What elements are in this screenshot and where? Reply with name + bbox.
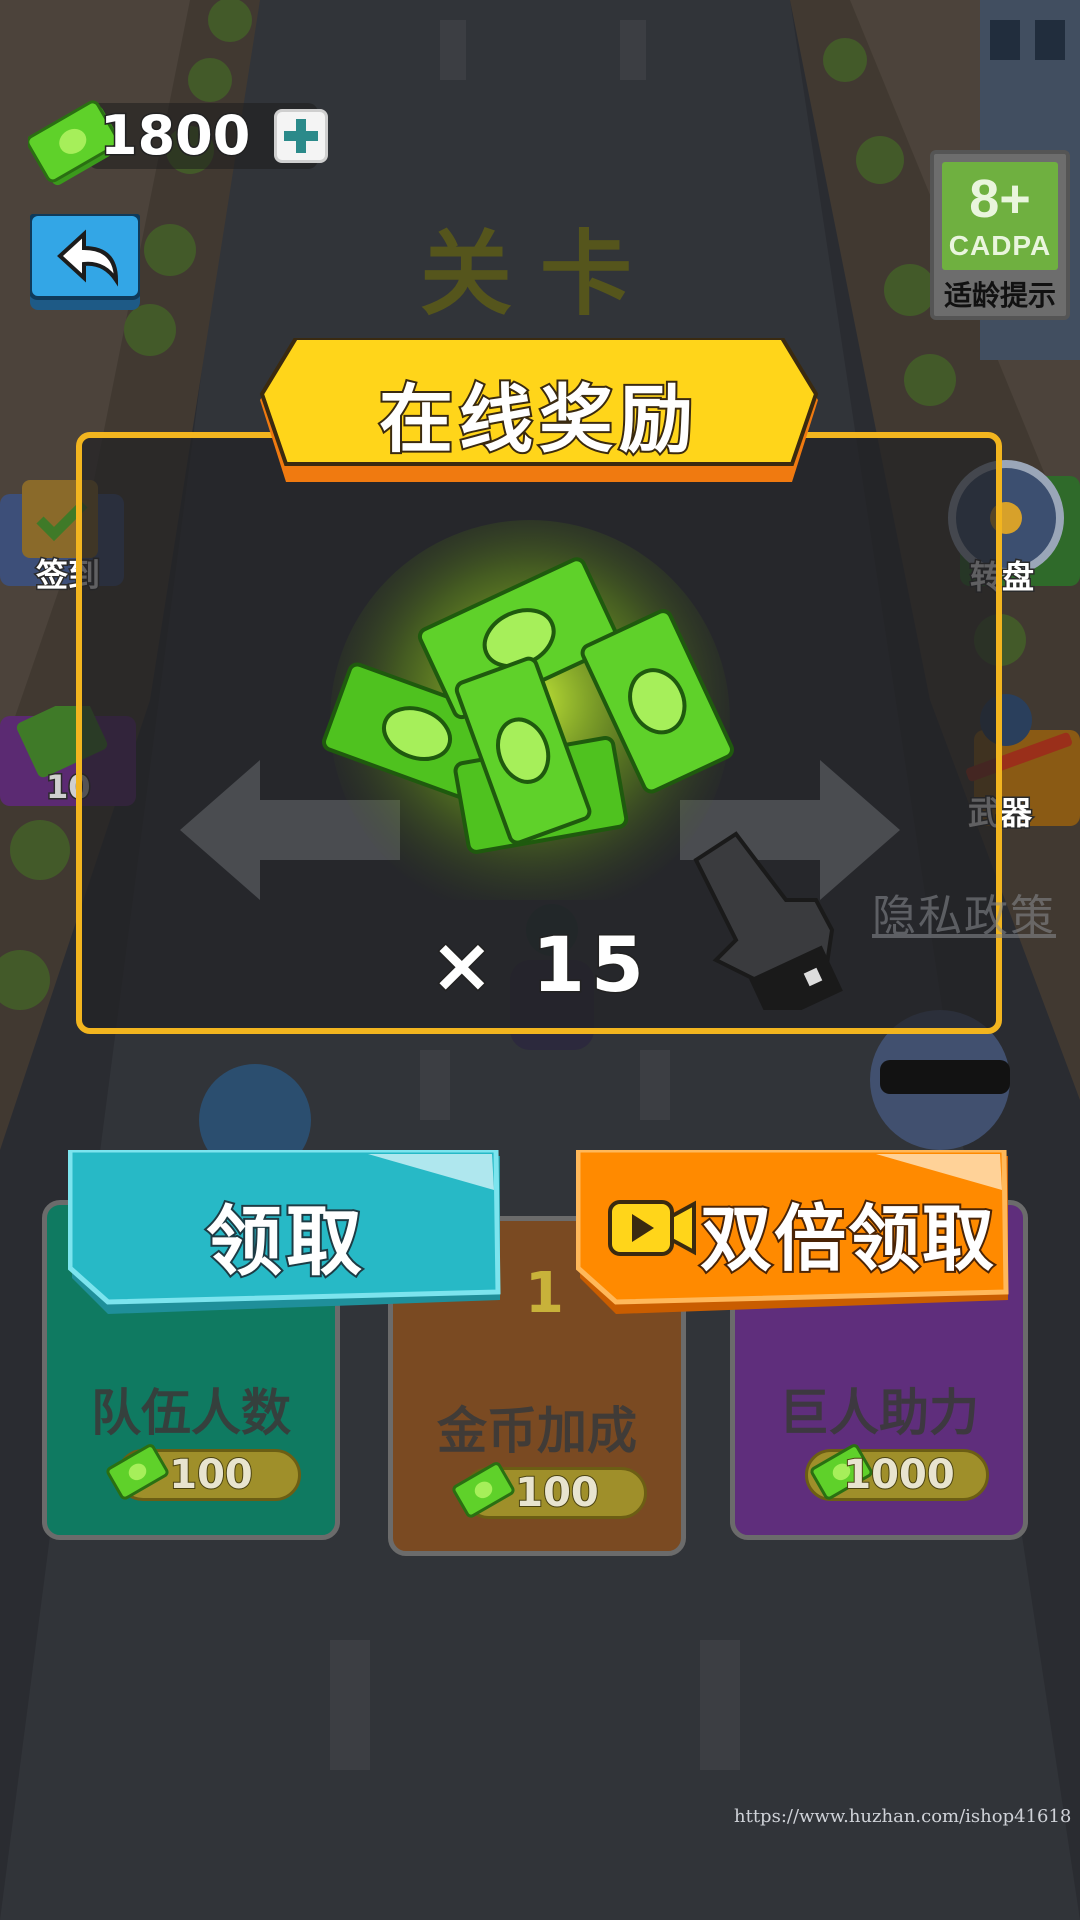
reward-quantity: × 15 <box>429 919 650 1011</box>
currency-amount: 1800 <box>98 103 251 169</box>
upgrade-price: 100 <box>514 1469 600 1517</box>
back-button[interactable] <box>28 212 142 310</box>
upgrade-price: 100 <box>168 1451 254 1499</box>
age-rating-number: 8+ <box>969 169 1031 229</box>
panel-title: 在线奖励 <box>377 375 699 465</box>
plus-icon <box>284 119 318 153</box>
pointing-hand-icon <box>693 831 843 1010</box>
age-rating-label: CADPA <box>948 230 1052 261</box>
level-title: 关卡 <box>420 221 661 328</box>
age-rating-badge: 8+ CADPA 适龄提示 <box>930 150 1070 320</box>
upgrade-card-title: 金币加成 <box>437 1402 637 1460</box>
video-play-icon <box>608 1200 696 1256</box>
double-claim-button-label: 双倍领取 <box>698 1195 997 1283</box>
currency-bar: 1800 <box>28 95 328 186</box>
add-currency-button[interactable] <box>274 109 328 163</box>
privacy-policy-link[interactable]: 隐私政策 <box>872 880 1056 944</box>
upgrade-card-title: 巨人助力 <box>779 1384 979 1442</box>
watermark-url: https://www.huzhan.com/ishop41618 <box>734 1806 1072 1827</box>
upgrade-price: 1000 <box>842 1451 955 1499</box>
upgrade-level-badge: 1 <box>525 1261 564 1326</box>
claim-button-label: 领取 <box>204 1195 366 1288</box>
age-rating-caption: 适龄提示 <box>943 279 1056 312</box>
upgrade-card-title: 队伍人数 <box>91 1384 291 1442</box>
back-arrow-icon <box>28 212 142 310</box>
